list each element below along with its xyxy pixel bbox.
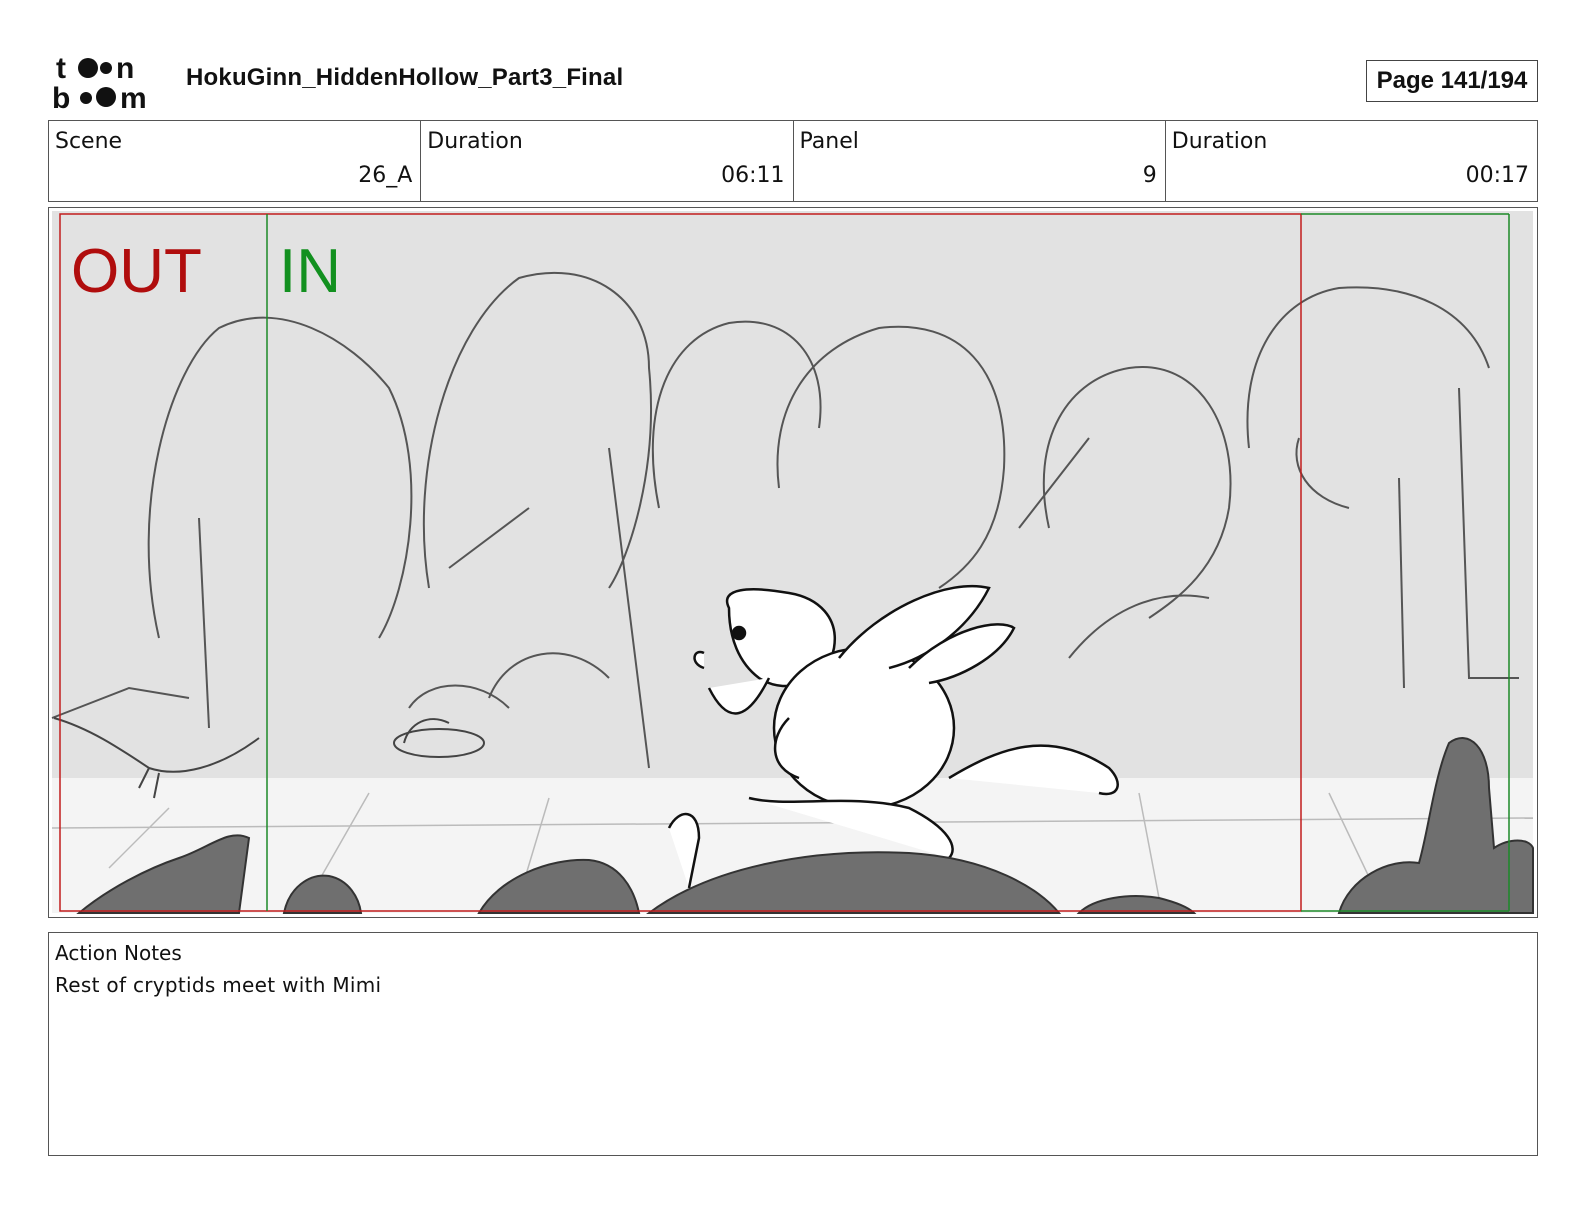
svg-text:b: b (52, 82, 70, 112)
panel-duration-label: Duration (1171, 129, 1268, 154)
scene-cell: Scene 26_A (49, 121, 422, 201)
action-notes-label: Action Notes (55, 941, 182, 965)
scene-info-table: Scene 26_A Duration 06:11 Panel 9 Durati… (48, 120, 1538, 202)
svg-text:m: m (120, 82, 147, 112)
panel-duration-value: 00:17 (1465, 163, 1529, 188)
action-notes: Action Notes Rest of cryptids meet with … (48, 932, 1538, 1156)
scene-duration-value: 06:11 (721, 163, 785, 188)
scene-label: Scene (55, 129, 123, 154)
document-title: HokuGinn_HiddenHollow_Part3_Final (186, 64, 624, 91)
scene-duration-cell: Duration 06:11 (421, 121, 794, 201)
scene-value: 26_A (358, 163, 413, 188)
panel-duration-cell: Duration 00:17 (1166, 121, 1537, 201)
panel-cell: Panel 9 (794, 121, 1166, 201)
panel-sketch: OUT IN (51, 211, 1534, 914)
storyboard-panel: OUT IN (48, 207, 1538, 918)
toonboom-logo: t n b m (52, 52, 147, 112)
svg-text:t: t (56, 52, 66, 85)
svg-text:n: n (116, 52, 134, 85)
scene-duration-label: Duration (427, 129, 523, 154)
page-indicator: Page 141/194 (1366, 60, 1538, 102)
action-notes-text: Rest of cryptids meet with Mimi (55, 973, 382, 997)
out-label: OUT (71, 237, 202, 306)
in-label: IN (279, 237, 341, 306)
panel-label: Panel (799, 129, 859, 154)
panel-value: 9 (1142, 163, 1157, 188)
